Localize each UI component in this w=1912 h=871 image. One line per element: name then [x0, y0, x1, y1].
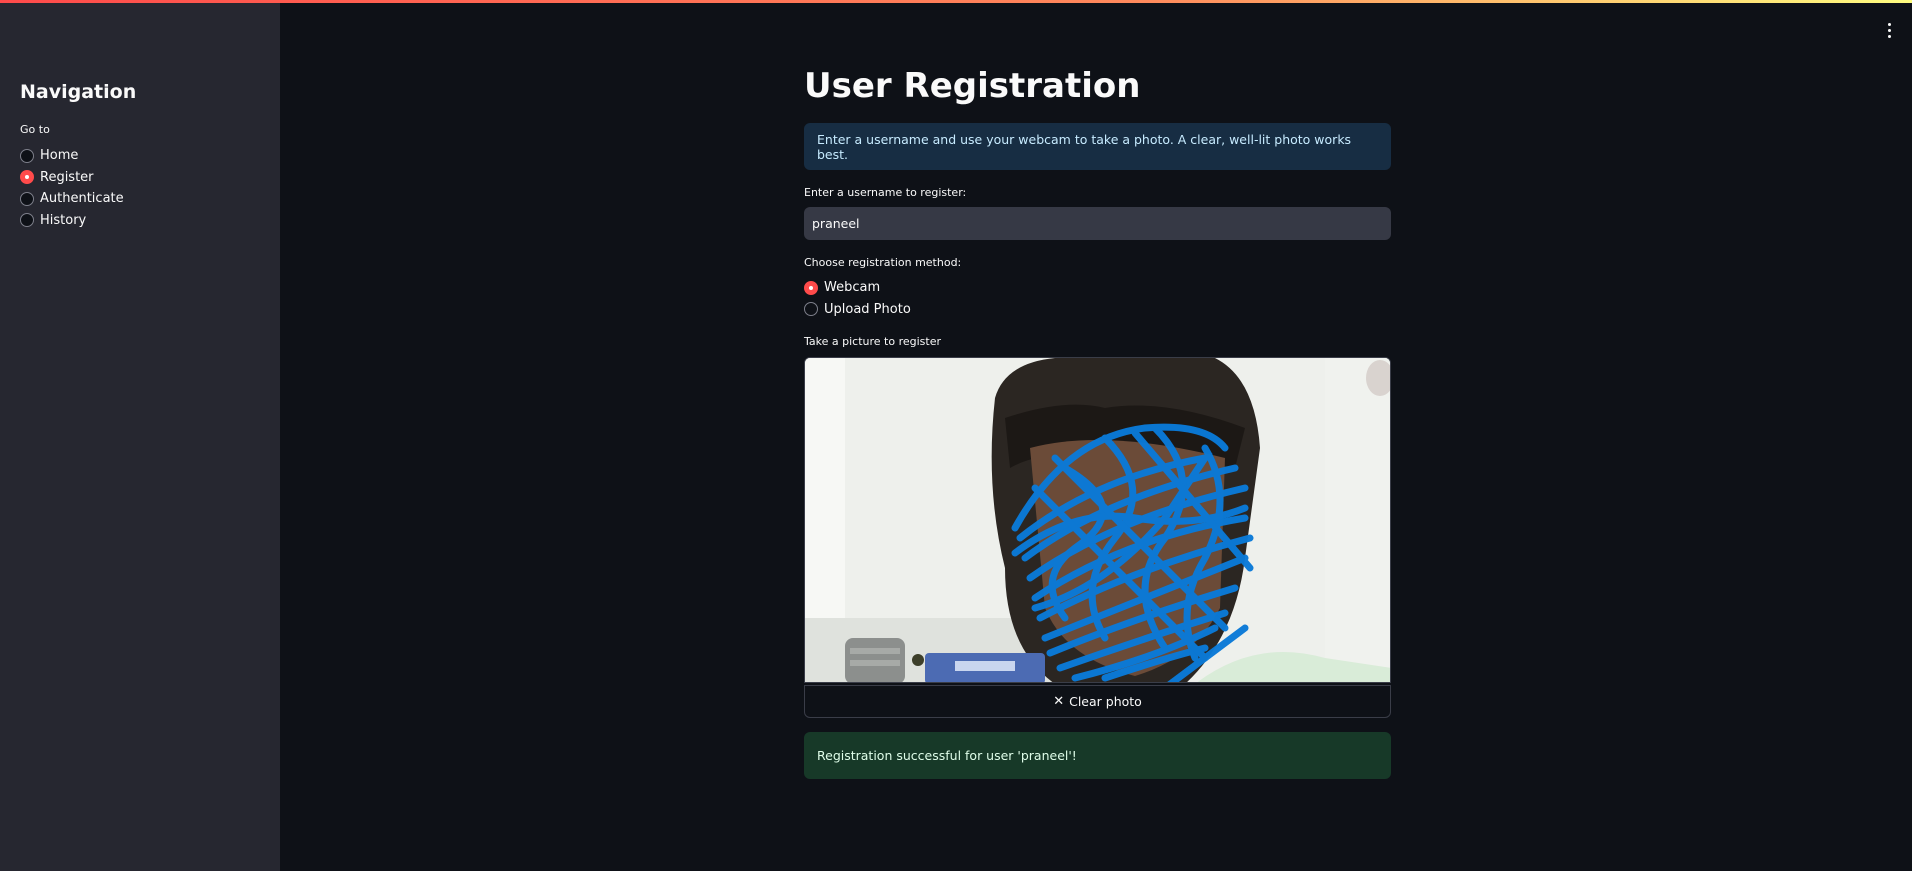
radio-home-icon[interactable] [20, 148, 34, 163]
info-alert: Enter a username and use your webcam to … [804, 123, 1391, 170]
app-header-decoration [0, 0, 1912, 3]
nav-option-history[interactable]: History [20, 210, 124, 232]
close-icon: ✕ [1053, 694, 1065, 709]
clear-photo-label: Clear photo [1069, 694, 1142, 709]
success-alert-text: Registration successful for user 'pranee… [817, 748, 1077, 763]
sidebar: Navigation Go to Home Register Authentic… [0, 3, 280, 871]
nav-option-label: Register [40, 169, 94, 185]
method-option-upload[interactable]: Upload Photo [804, 299, 911, 321]
nav-option-home[interactable]: Home [20, 145, 124, 167]
nav-option-label: Authenticate [40, 191, 124, 207]
nav-option-label: History [40, 212, 87, 228]
method-label: Choose registration method: [804, 256, 962, 269]
username-input[interactable] [804, 207, 1391, 240]
radio-history-icon[interactable] [20, 213, 34, 228]
radio-register-icon[interactable] [20, 170, 34, 185]
goto-label: Go to [20, 123, 50, 136]
radio-upload-icon[interactable] [804, 302, 818, 317]
nav-option-label: Home [40, 148, 79, 164]
camera-label: Take a picture to register [804, 335, 941, 348]
clear-photo-button[interactable]: ✕ Clear photo [804, 685, 1391, 718]
method-option-label: Upload Photo [824, 301, 911, 317]
username-label: Enter a username to register: [804, 186, 967, 199]
method-option-label: Webcam [824, 280, 881, 296]
camera-photo [804, 357, 1391, 683]
method-option-webcam[interactable]: Webcam [804, 277, 911, 299]
page-title: User Registration [804, 66, 1141, 106]
radio-webcam-icon[interactable] [804, 280, 818, 295]
success-alert: Registration successful for user 'pranee… [804, 732, 1391, 779]
radio-authenticate-icon[interactable] [20, 191, 34, 206]
sidebar-title: Navigation [20, 81, 137, 103]
info-alert-text: Enter a username and use your webcam to … [817, 131, 1352, 162]
nav-option-authenticate[interactable]: Authenticate [20, 188, 124, 210]
captured-photo-image [805, 358, 1390, 682]
main-menu-icon[interactable] [1880, 18, 1898, 42]
method-radio-group: Webcam Upload Photo [804, 277, 911, 320]
nav-option-register[interactable]: Register [20, 167, 124, 189]
nav-radio-group: Home Register Authenticate History [20, 145, 124, 231]
